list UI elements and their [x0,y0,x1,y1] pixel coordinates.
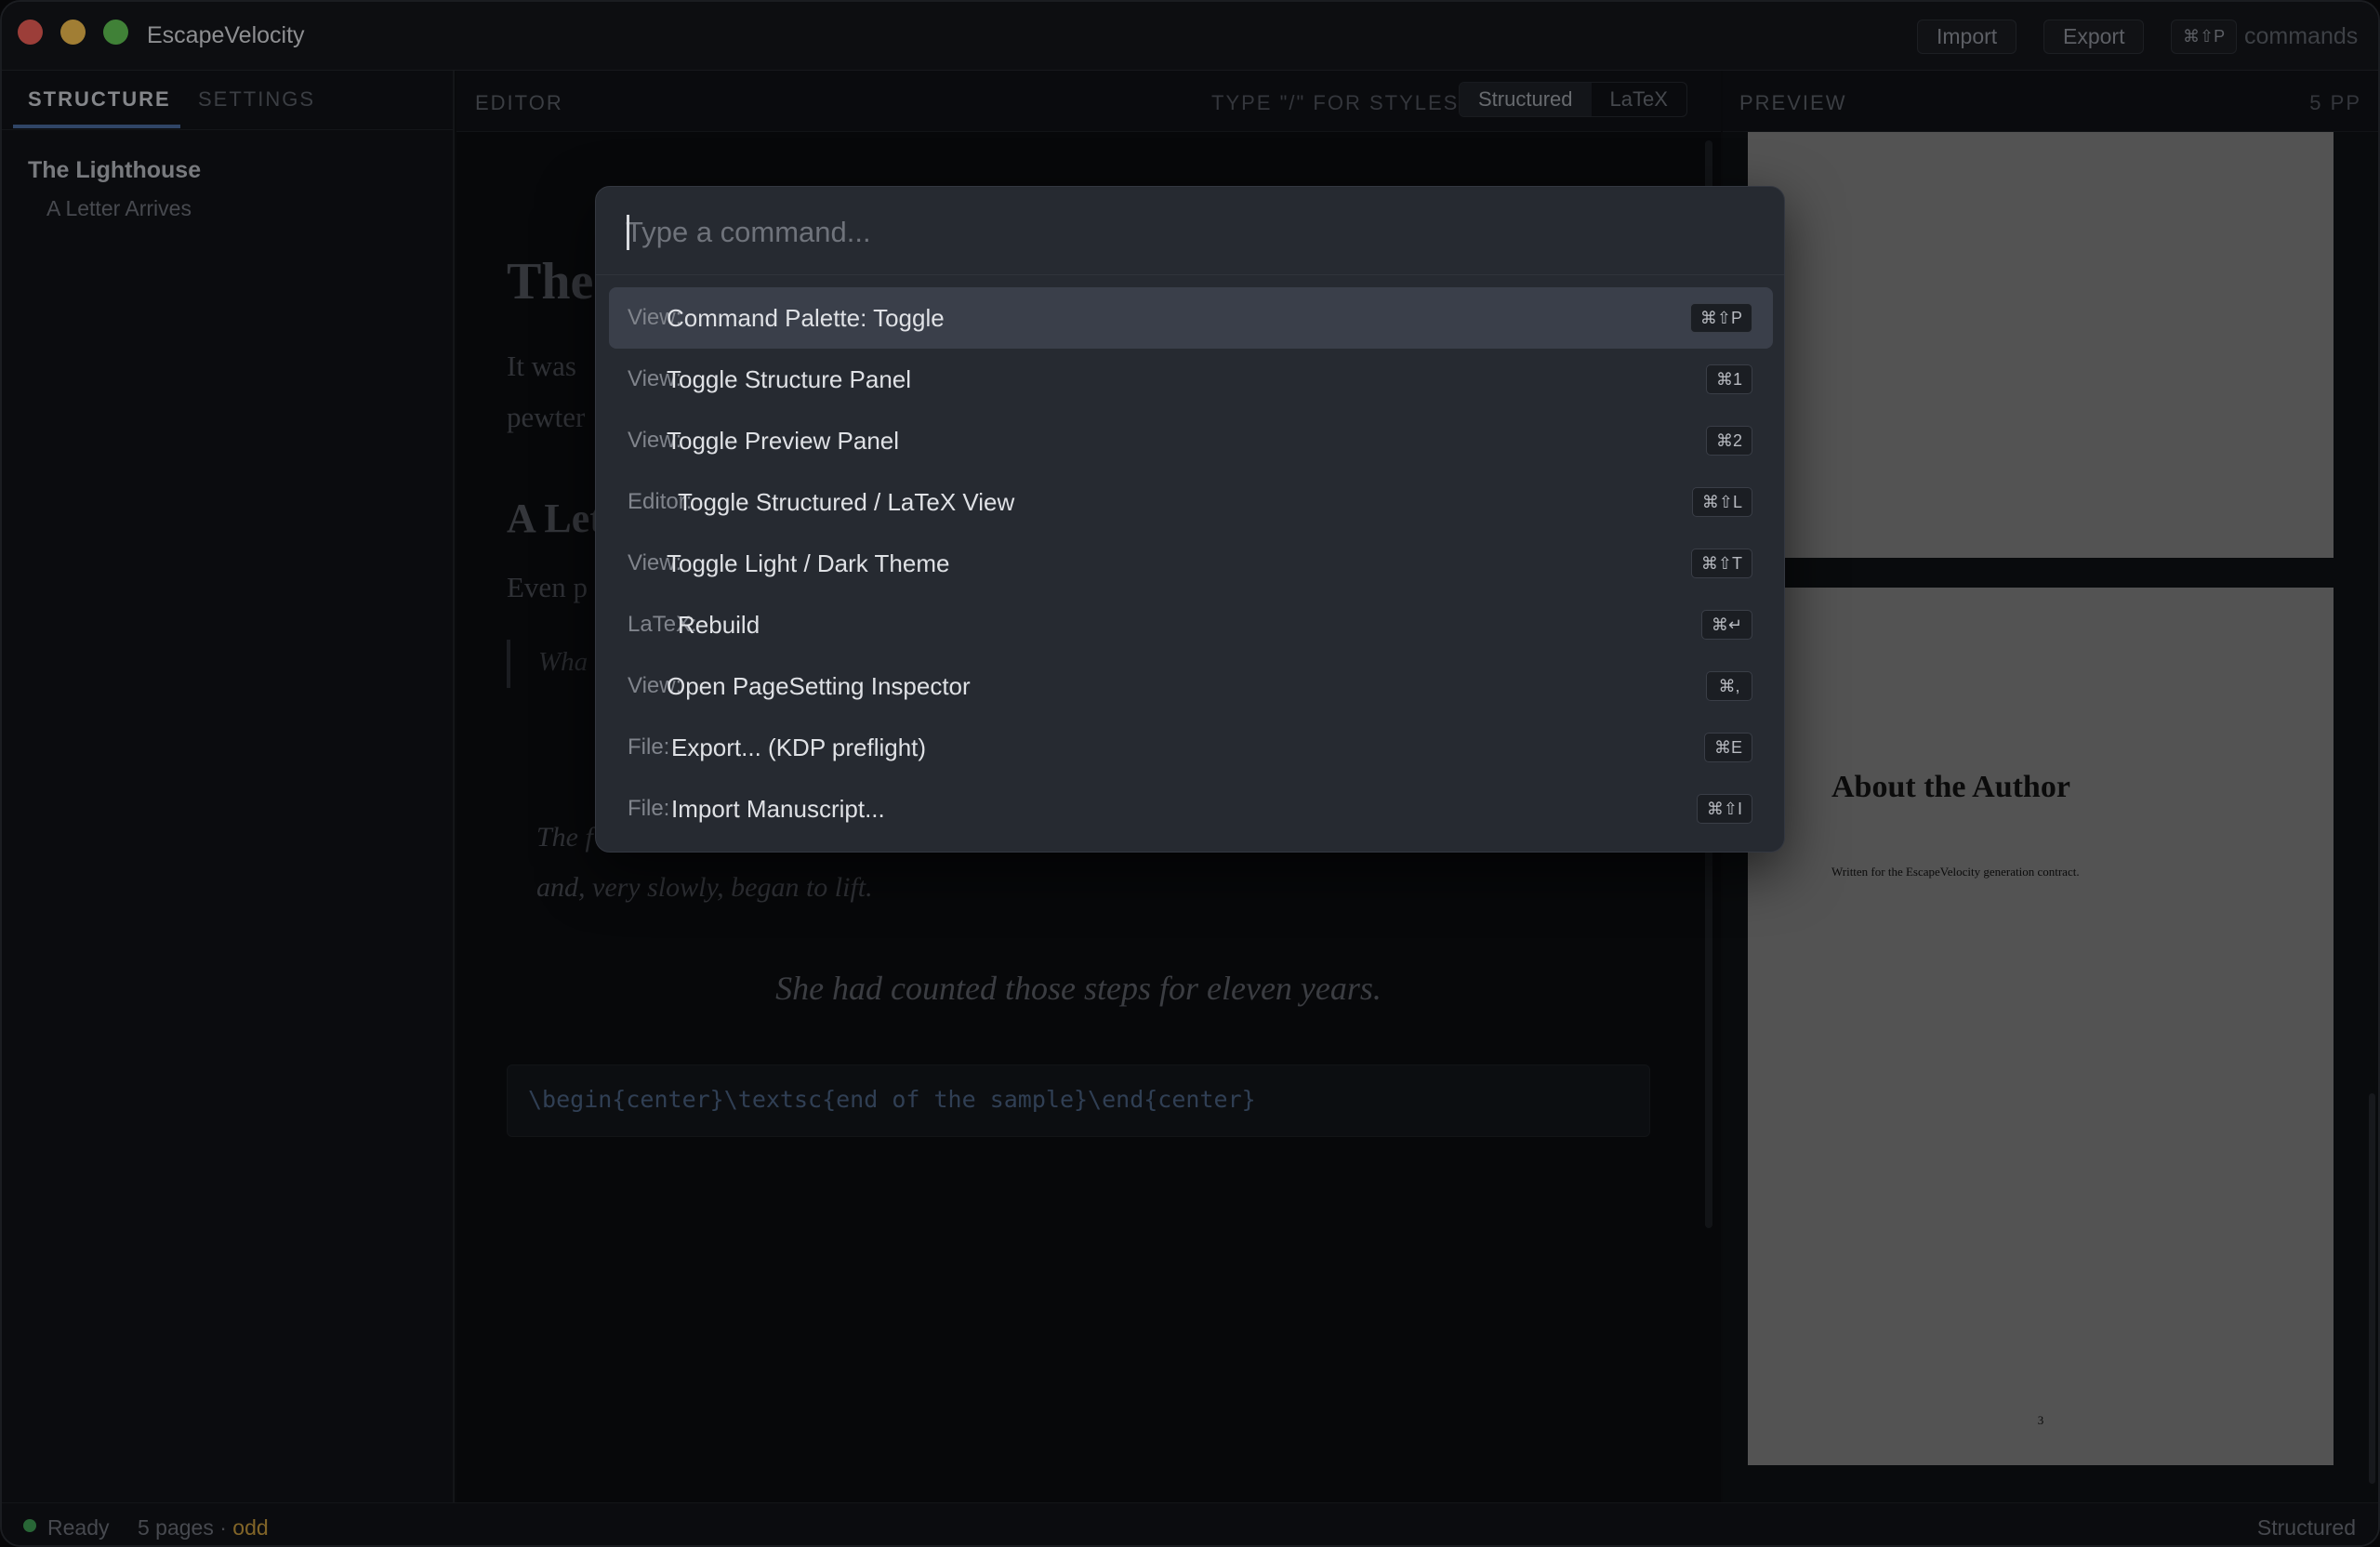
command-item[interactable]: View: Open PageSetting Inspector ⌘, [609,655,1773,717]
command-shortcut: ⌘2 [1705,426,1752,456]
command-item[interactable]: Editor: Toggle Structured / LaTeX View ⌘… [609,471,1773,533]
command-shortcut: ⌘1 [1705,364,1752,394]
command-item[interactable]: View: Command Palette: Toggle ⌘⇧P [609,287,1773,349]
command-palette: View: Command Palette: Toggle ⌘⇧P View: … [595,186,1785,853]
command-shortcut: ⌘E [1703,733,1752,762]
command-shortcut: ⌘, [1706,671,1752,701]
command-shortcut: ⌘⇧I [1696,794,1752,824]
command-label: Toggle Preview Panel [667,427,900,455]
command-label: Rebuild [678,611,760,639]
text-caret [627,215,629,250]
command-label: Open PageSetting Inspector [667,672,971,700]
command-item[interactable]: View: Toggle Structure Panel ⌘1 [609,349,1773,410]
command-item[interactable]: File: Export... (KDP preflight) ⌘E [609,717,1773,778]
palette-divider [596,274,1784,275]
command-label: Export... (KDP preflight) [671,734,927,761]
command-shortcut: ⌘↵ [1700,610,1752,640]
command-item[interactable]: File: Import Manuscript... ⌘⇧I [609,778,1773,840]
command-item[interactable]: LaTeX: Rebuild ⌘↵ [609,594,1773,655]
command-label: Toggle Structure Panel [667,365,912,393]
command-list: View: Command Palette: Toggle ⌘⇧P View: … [609,287,1773,840]
command-shortcut: ⌘⇧T [1690,549,1752,578]
command-category: File: [628,734,670,760]
command-category: File: [628,796,670,821]
command-label: Import Manuscript... [671,795,885,823]
command-search-input[interactable] [626,211,1741,254]
command-shortcut: ⌘⇧L [1691,487,1752,517]
command-label: Command Palette: Toggle [667,304,945,332]
command-shortcut: ⌘⇧P [1689,303,1752,333]
command-item[interactable]: View: Toggle Light / Dark Theme ⌘⇧T [609,533,1773,594]
command-label: Toggle Light / Dark Theme [667,549,950,577]
command-item[interactable]: View: Toggle Preview Panel ⌘2 [609,410,1773,471]
command-label: Toggle Structured / LaTeX View [678,488,1015,516]
